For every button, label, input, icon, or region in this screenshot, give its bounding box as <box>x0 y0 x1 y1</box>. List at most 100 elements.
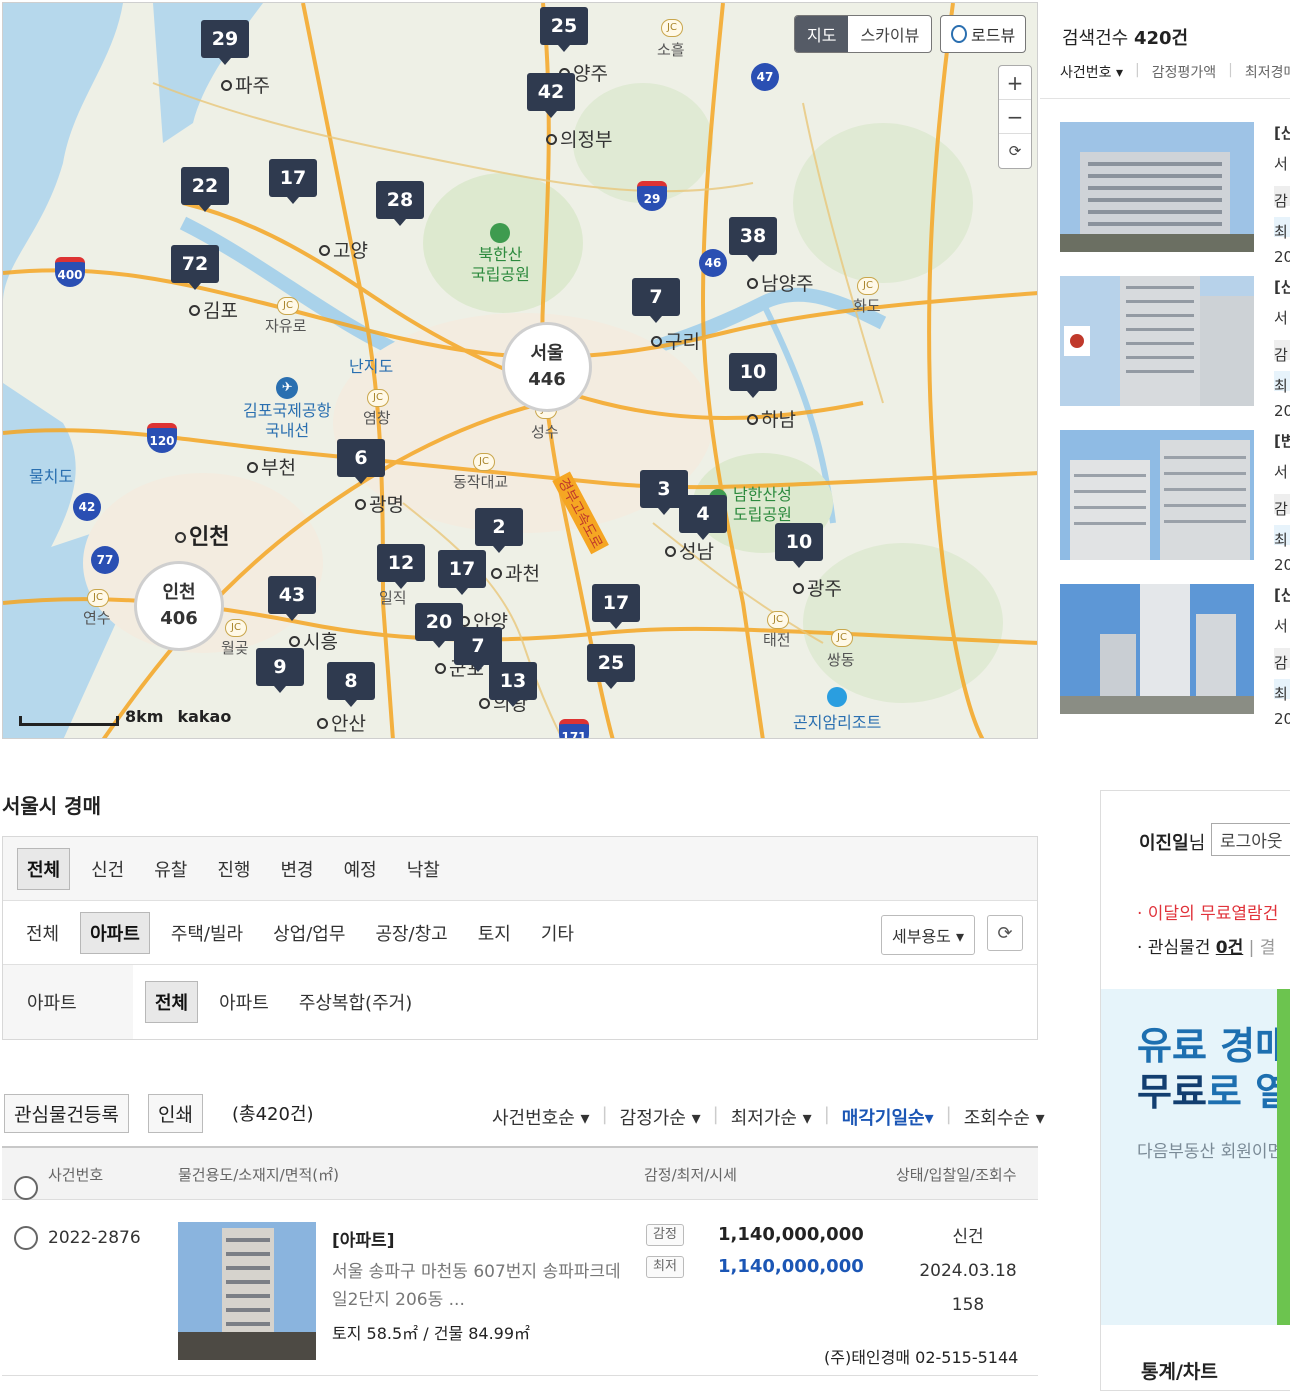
sort-views[interactable]: 조회수순 ▾ <box>964 1104 1045 1130</box>
sort-minimum[interactable]: 최저경매 <box>1245 62 1290 82</box>
sort-appraisal[interactable]: 감정가순 ▾ <box>620 1104 701 1130</box>
status-tab-ongoing[interactable]: 진행 <box>208 849 259 889</box>
result-item-1[interactable]: [신 서 감최 20 <box>1274 118 1290 273</box>
logout-button[interactable]: 로그아웃 <box>1211 823 1290 856</box>
property-photo[interactable] <box>178 1222 316 1360</box>
auction-count-marker[interactable]: 6 <box>337 439 385 484</box>
sort-case-number[interactable]: 사건번호 ▾ <box>1060 62 1123 82</box>
add-watchlist-button[interactable]: 관심물건등록 <box>4 1094 129 1133</box>
result-thumbnail[interactable] <box>1060 122 1254 252</box>
result-thumbnail[interactable] <box>1060 276 1254 406</box>
zoom-out-button[interactable]: − <box>999 100 1031 134</box>
jc-label: 화도 <box>853 297 881 315</box>
auction-count-marker[interactable]: 72 <box>171 245 219 290</box>
map-type-toggle[interactable]: 지도 스카이뷰 <box>794 15 933 53</box>
auction-count-marker[interactable]: 7 <box>454 627 502 672</box>
subtype-tab-apartment[interactable]: 아파트 <box>210 982 278 1022</box>
roadview-button[interactable]: 로드뷰 <box>940 15 1027 53</box>
result-item-4[interactable]: [신 서 감최 20 <box>1274 580 1290 735</box>
type-tab-house[interactable]: 주택/빌라 <box>162 913 252 953</box>
skyview-button[interactable]: 스카이뷰 <box>848 16 931 52</box>
auction-count-marker[interactable]: 17 <box>592 584 640 629</box>
auction-count-marker[interactable]: 7 <box>632 278 680 323</box>
reset-view-button[interactable]: ⟳ <box>999 134 1031 168</box>
list-sort-bar[interactable]: 사건번호순 ▾ | 감정가순 ▾ | 최저가순 ▾ | 매각기일순▾ | 조회수순 ▾ <box>492 1104 1045 1130</box>
auction-count-marker[interactable]: 13 <box>489 662 537 707</box>
status-tab-scheduled[interactable]: 예정 <box>335 849 386 889</box>
auction-count-marker[interactable]: 12 <box>377 544 425 589</box>
auction-count-marker[interactable]: 10 <box>729 353 777 398</box>
property-type[interactable]: [아파트] <box>332 1226 394 1251</box>
jc-label: 염창 <box>363 409 391 427</box>
promo-banner[interactable]: 유료 경매 무료로 열 다음부동산 회원이면 <box>1101 989 1290 1325</box>
result-sort-bar[interactable]: 사건번호 ▾ | 감정평가액 | 최저경매 <box>1060 62 1290 82</box>
status-tab-new[interactable]: 신건 <box>82 849 133 889</box>
highway-shield-icon: 29 <box>637 181 667 211</box>
auction-count-marker[interactable]: 8 <box>327 662 375 707</box>
result-item-3[interactable]: [변 서 감최 20 <box>1274 426 1290 581</box>
case-number[interactable]: 2022-2876 <box>48 1228 141 1248</box>
sort-appraisal[interactable]: 감정평가액 <box>1152 62 1216 82</box>
jc-label: 일직 <box>379 589 407 607</box>
auction-count-marker[interactable]: 17 <box>269 159 317 204</box>
type-tab-commercial[interactable]: 상업/업무 <box>264 913 354 953</box>
auction-count-marker[interactable]: 29 <box>201 20 249 65</box>
row-checkbox[interactable] <box>14 1226 38 1254</box>
minimum-price: 1,140,000,000 <box>718 1256 864 1277</box>
status-tab-sold[interactable]: 낙찰 <box>398 849 449 889</box>
subtype-tab-all[interactable]: 전체 <box>145 981 199 1023</box>
property-area: 토지 58.5㎡ / 건물 84.99㎡ <box>332 1324 531 1343</box>
type-tab-factory[interactable]: 공장/창고 <box>366 913 456 953</box>
city-label: 안산 <box>317 709 366 736</box>
cluster-bubble-seoul[interactable]: 서울 446 <box>502 322 592 412</box>
auction-count-marker[interactable]: 42 <box>527 73 575 118</box>
auction-count-marker[interactable]: 43 <box>268 576 316 621</box>
refresh-button[interactable]: ⟳ <box>987 915 1023 951</box>
free-view-link[interactable]: · 이달의 무료열람건 <box>1137 899 1278 924</box>
appraisal-badge: 감정 <box>646 1224 684 1246</box>
auction-count-marker[interactable]: 10 <box>775 523 823 568</box>
auction-count-marker[interactable]: 22 <box>181 167 229 212</box>
sort-sale-date[interactable]: 매각기일순▾ <box>842 1104 934 1130</box>
auction-count-marker[interactable]: 25 <box>587 644 635 689</box>
city-label: 과천 <box>491 559 540 586</box>
auction-count-marker[interactable]: 2 <box>475 508 523 553</box>
property-address[interactable]: 서울 송파구 마천동 607번지 송파파크데일2단지 206동 ... <box>332 1258 622 1314</box>
zoom-in-button[interactable]: + <box>999 66 1031 100</box>
sort-case-number[interactable]: 사건번호순 ▾ <box>492 1104 590 1130</box>
jc-icon: JC <box>87 589 109 607</box>
type-tab-etc[interactable]: 기타 <box>532 913 583 953</box>
result-item-2[interactable]: [신 서 감최 20 <box>1274 272 1290 427</box>
type-tab-land[interactable]: 토지 <box>469 913 520 953</box>
auction-count-marker[interactable]: 4 <box>679 495 727 540</box>
print-button[interactable]: 인쇄 <box>148 1094 203 1133</box>
sort-minimum[interactable]: 최저가순 ▾ <box>731 1104 812 1130</box>
auction-map[interactable]: 파주 양주 의정부 고양 김포 남양주 구리 하남 부천 광명 인천 성남 과천… <box>2 2 1038 739</box>
auction-count-marker[interactable]: 25 <box>540 7 588 52</box>
zoom-control[interactable]: + − ⟳ <box>998 65 1032 169</box>
auction-count-marker[interactable]: 38 <box>729 217 777 262</box>
stats-chart-heading[interactable]: 통계/차트 <box>1141 1357 1218 1384</box>
status-tab-failed[interactable]: 유찰 <box>145 849 196 889</box>
type-tab-all[interactable]: 전체 <box>17 913 68 953</box>
appraisal-price: 1,140,000,000 <box>718 1224 864 1245</box>
status-tab-changed[interactable]: 변경 <box>272 849 323 889</box>
jc-label: 소흘 <box>657 41 685 59</box>
highway-shield-icon: 47 <box>751 63 779 91</box>
jc-label: 성수 <box>531 423 559 441</box>
refresh-icon: ⟳ <box>997 922 1013 944</box>
table-row[interactable]: 2022-2876 [아파트] 서울 송파구 마천동 607번지 송파파크데일2… <box>2 1200 1038 1376</box>
auction-count-marker[interactable]: 17 <box>438 550 486 595</box>
cluster-bubble-incheon[interactable]: 인천 406 <box>134 561 224 651</box>
auction-count-marker[interactable]: 28 <box>376 181 424 226</box>
auction-count-marker[interactable]: 9 <box>256 648 304 693</box>
type-tab-apartment[interactable]: 아파트 <box>80 911 150 954</box>
detail-use-dropdown[interactable]: 세부용도 ▾ <box>881 915 975 955</box>
subtype-tab-mixed-use[interactable]: 주상복합(주거) <box>290 982 421 1022</box>
header-property: 물건용도/소재지/면적(㎡) <box>178 1166 340 1184</box>
map-view-button[interactable]: 지도 <box>795 16 849 52</box>
result-thumbnail[interactable] <box>1060 584 1254 714</box>
watchlist-link[interactable]: · 관심물건 0건 | 결 <box>1137 933 1275 958</box>
result-thumbnail[interactable] <box>1060 430 1254 560</box>
status-tab-all[interactable]: 전체 <box>17 847 71 890</box>
